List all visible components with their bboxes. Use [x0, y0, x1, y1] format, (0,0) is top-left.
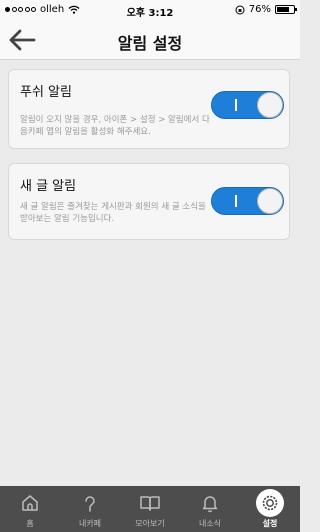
- tab-settings[interactable]: 설정: [240, 486, 300, 532]
- new-post-notification-title: 새 글 알림: [20, 179, 77, 194]
- tab-home-label: 홈: [26, 519, 34, 528]
- tab-collection-label: 모아보기: [135, 519, 165, 528]
- tab-my-news-label: 내소식: [198, 519, 222, 528]
- toggle-on-indicator: [235, 99, 237, 111]
- battery-percent: 76%: [248, 4, 271, 15]
- push-notification-toggle[interactable]: [211, 91, 284, 119]
- tab-collection[interactable]: 모아보기: [120, 486, 180, 532]
- bell-icon: [202, 496, 218, 513]
- my-cafe-icon: [85, 496, 95, 512]
- new-post-notification-card: 새 글 알림 새 글 알림은 즐겨찾는 게시판과 회원의 새 글 소식을 받아보…: [8, 163, 290, 240]
- new-post-notification-description: 새 글 알림은 즐겨찾는 게시판과 회원의 새 글 소식을 받아보는 알림 기능…: [20, 202, 206, 224]
- book-icon: [140, 496, 160, 511]
- tab-my-cafe[interactable]: 내카페: [60, 486, 120, 532]
- active-tab-highlight: [256, 489, 284, 517]
- tab-home[interactable]: 홈: [0, 486, 60, 532]
- push-notification-card: 푸쉬 알림 알림이 오지 않을 경우, 아이폰 > 설정 > 알림에서 다음카페…: [8, 69, 290, 149]
- tab-settings-label: 설정: [262, 519, 278, 528]
- new-post-notification-toggle[interactable]: [211, 187, 284, 215]
- page-title: 알림 설정: [117, 34, 183, 53]
- toggle-knob: [257, 188, 283, 214]
- rotation-lock-icon: [235, 5, 245, 14]
- tab-bar: 홈 내카페 모아보기 내소식 설정: [0, 486, 300, 532]
- status-bar: olleh 오후 3:12 76%: [0, 0, 300, 20]
- tab-my-news[interactable]: 내소식: [180, 486, 240, 532]
- toggle-knob: [257, 92, 283, 118]
- status-right: 76%: [235, 4, 297, 15]
- home-icon: [22, 495, 38, 511]
- push-notification-title: 푸쉬 알림: [20, 85, 72, 100]
- toggle-on-indicator: [235, 195, 237, 207]
- tab-my-cafe-label: 내카페: [78, 519, 102, 528]
- settings-icon: [262, 495, 278, 511]
- navigation-bar: 알림 설정: [0, 20, 300, 60]
- battery-icon: [275, 5, 297, 14]
- push-notification-description: 알림이 오지 않을 경우, 아이폰 > 설정 > 알림에서 다음카페 앱의 알림…: [20, 115, 210, 137]
